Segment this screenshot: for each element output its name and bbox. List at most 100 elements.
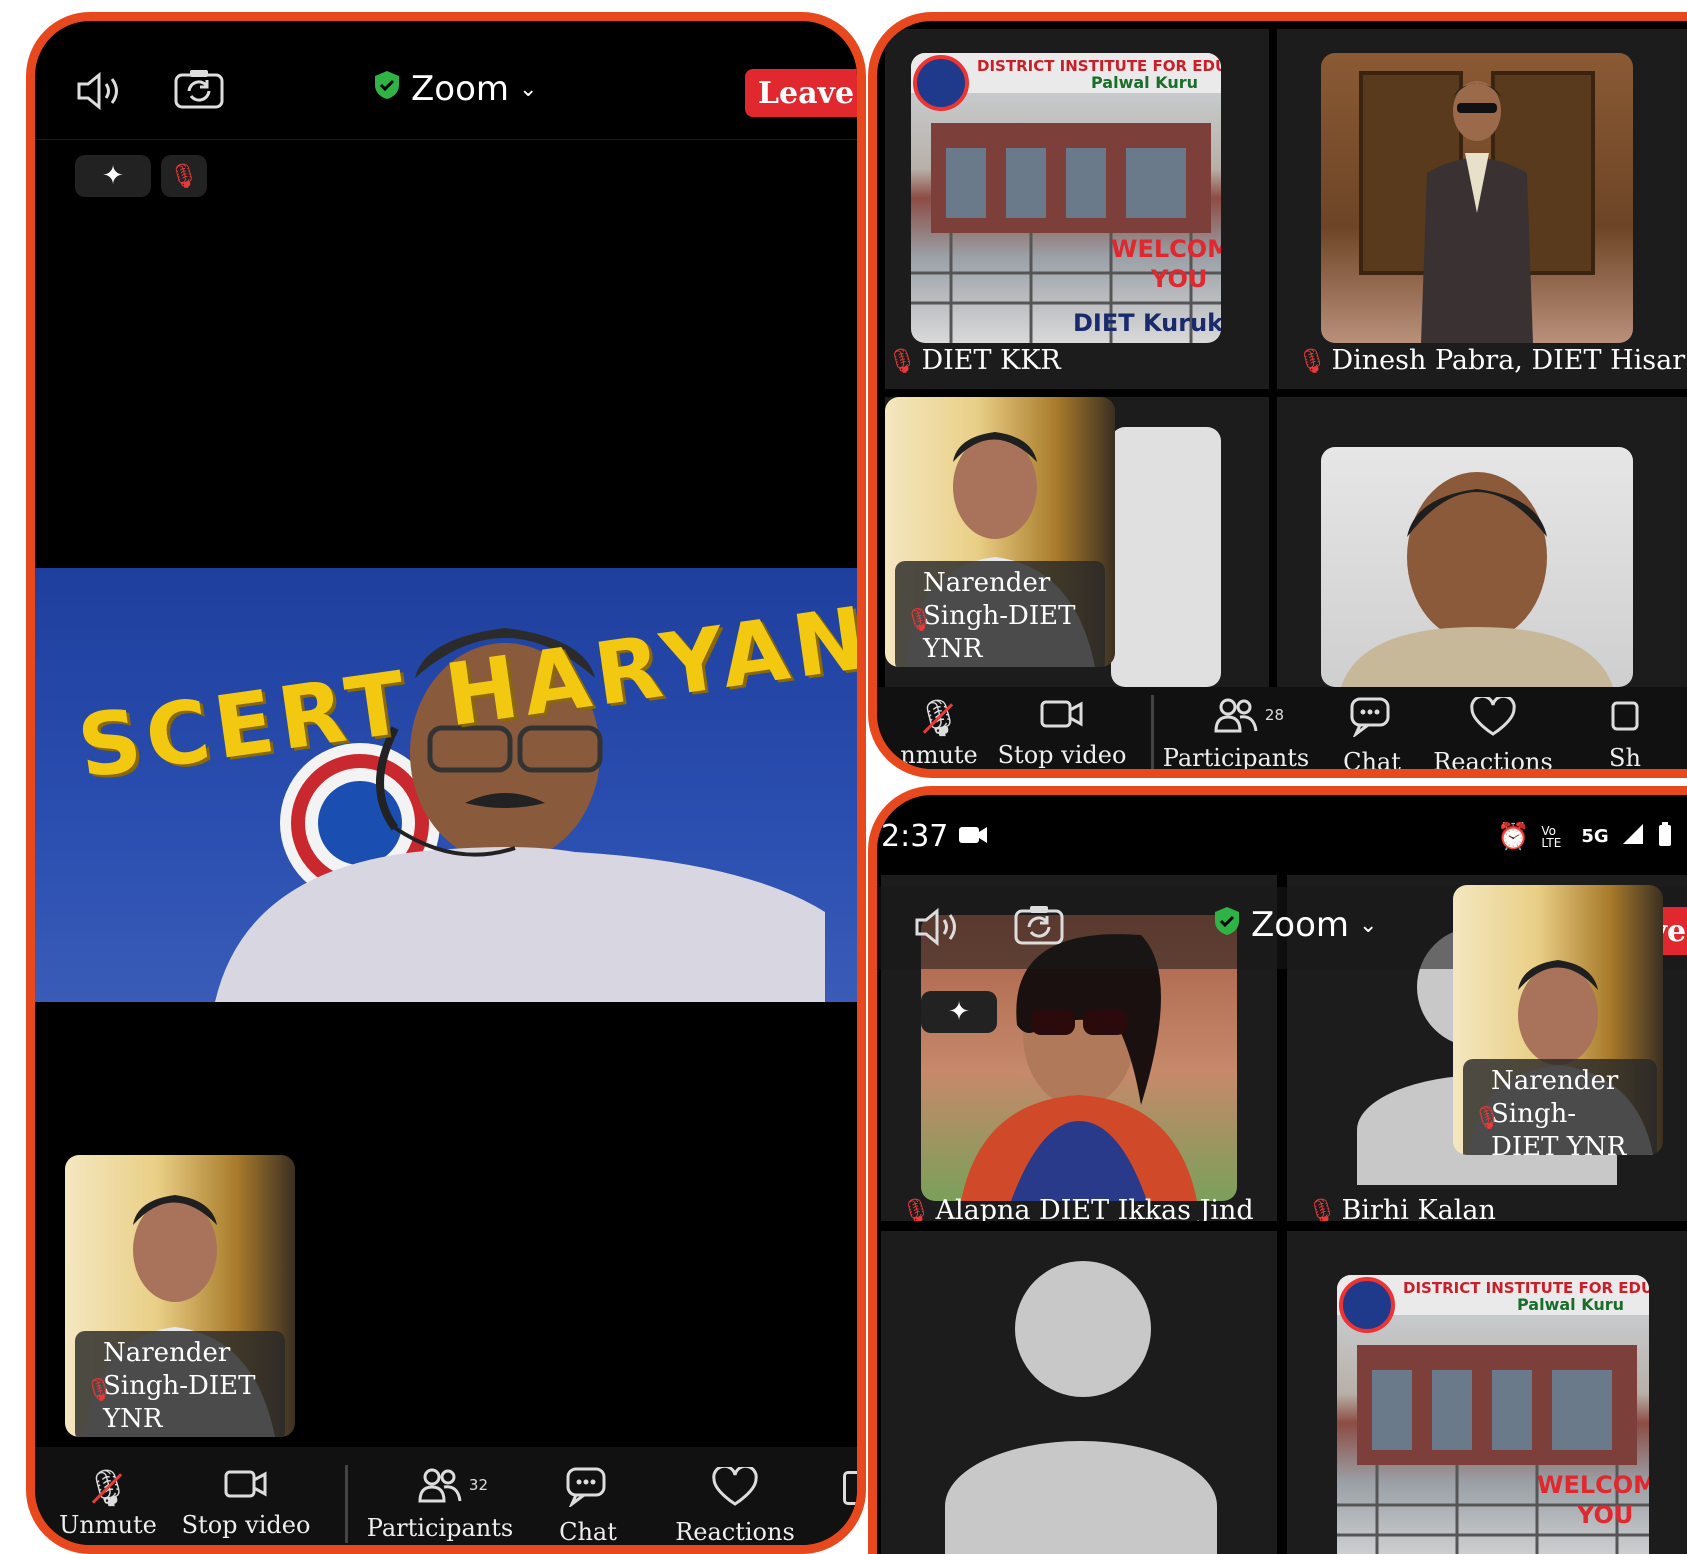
meeting-title[interactable]: Zoom ⌄ [1213,905,1377,945]
toolbar-separator [345,1465,348,1543]
share-icon[interactable] [843,1471,857,1505]
meeting-title[interactable]: Zoom ⌄ [373,69,537,109]
building-scene [911,53,1221,343]
chevron-down-icon: ⌄ [519,76,538,102]
meeting-toolbar: 🎙 nmute Stop video 28 Participants Chat … [877,687,1687,776]
participants-icon: 32 [418,1467,488,1514]
participant-name: 🎙 Birhi Kalan [1307,1195,1496,1221]
diet-sign: DIET Kuruk [1073,309,1221,337]
shield-check-icon [1213,905,1241,945]
reactions-button[interactable]: Reactions [1423,694,1563,776]
participants-icon: 28 [1214,697,1284,744]
chat-label: Chat [559,1518,617,1546]
chevron-down-icon: ⌄ [1359,912,1378,938]
chat-button[interactable]: Chat [543,1467,633,1546]
reactions-label: Reactions [1433,748,1553,776]
sparkle-icon: ✦ [948,997,970,1027]
participant-video: DISTRICT INSTITUTE FOR EDU Palwal Kuru W… [1337,1275,1649,1554]
mic-muted-icon: 🎙 [85,1467,131,1511]
mic-muted-icon: 🎙 [1297,346,1328,375]
participant-name: 🎙 Alapna DIET Ikkas Jind [901,1195,1254,1221]
participants-count: 28 [1264,706,1284,724]
right-bottom-phone-screen: 2:37 ⏰ Vo LTE 5G 🎙 Alapna DIET Ikkas Jin… [868,786,1687,1554]
stop-video-label: Stop video [997,741,1127,769]
participant-video-background [1111,427,1221,687]
self-view-name-box: 🎙 Narender Singh-DIET YNR [75,1331,285,1437]
heart-icon [1469,694,1517,748]
leave-button[interactable]: Leave [745,69,857,117]
participant-tile[interactable]: 🎙 Dinesh Pabra, DIET Hisar [1277,29,1687,389]
speaker-icon[interactable] [913,907,963,951]
seated-person-scene [1341,472,1613,687]
participant-name-label: Alapna DIET Ikkas Jind [935,1195,1254,1221]
chat-button[interactable]: Chat [1327,697,1417,769]
speaker-icon[interactable] [75,71,125,115]
signal-icon [1621,822,1645,851]
active-speaker-video[interactable]: SCERT HARYANA [35,568,857,1002]
status-bar-icons: ⏰ Vo LTE 5G [1497,821,1673,852]
participant-tile[interactable] [1277,397,1687,687]
unmute-label: Unmute [59,1511,157,1539]
reactions-button[interactable]: Reactions [665,1464,805,1546]
ai-companion-button[interactable]: ✦ [921,991,997,1033]
toolbar-separator [1151,695,1154,769]
screen-record-icon [958,819,988,854]
participant-tile[interactable]: 🎙 Narender Singh-DIET YNR [885,397,1269,687]
switch-camera-icon[interactable] [173,67,225,115]
standing-person-scene [1359,71,1595,343]
stop-video-label: Stop video [181,1511,311,1539]
switch-camera-icon[interactable] [1013,903,1065,951]
self-view-name-box: 🎙 Narender Singh-DIET YNR [895,561,1105,667]
self-view-name-box: 🎙 Narender Singh-DIET YNR [1463,1059,1657,1155]
alarm-icon: ⏰ [1497,821,1530,852]
unmute-button[interactable]: 🎙 nmute [889,697,989,769]
participant-name-label: Birhi Kalan [1341,1195,1496,1221]
welcome-text: WELCOM [1537,1471,1649,1499]
you-text: YOU [1577,1501,1634,1529]
meeting-title-label: Zoom [411,69,510,109]
video-camera-icon [1040,697,1084,741]
self-view-name: Narender Singh-DIET YNR [923,568,1076,664]
meeting-title-label: Zoom [1251,905,1350,945]
participant-tile[interactable] [881,1231,1277,1554]
participant-name-label: DIET KKR [921,345,1061,376]
participant-video [1321,53,1633,343]
heart-icon [711,1464,759,1518]
avatar-body [945,1441,1217,1554]
ai-companion-button[interactable]: ✦ [75,155,151,197]
share-button[interactable]: Sh [1595,697,1655,772]
you-text: YOU [1151,265,1208,293]
left-phone-screen: Zoom ⌄ Leave ✦ 🎙 SCERT HARYANA 🎙 Narende… [26,12,866,1554]
participant-tile[interactable]: DISTRICT INSTITUTE FOR EDU Palwal Kuru W… [885,29,1269,389]
mic-muted-icon: 🎙 [887,346,918,375]
divider [35,139,857,140]
participant-video: DISTRICT INSTITUTE FOR EDU Palwal Kuru W… [911,53,1221,343]
sparkle-icon: ✦ [102,161,124,191]
stop-video-button[interactable]: Stop video [997,697,1127,769]
status-bar-time: 2:37 [881,819,988,854]
share-label: Sh [1609,744,1641,772]
stop-video-button[interactable]: Stop video [181,1467,311,1539]
participants-button[interactable]: 32 Participants [365,1467,515,1542]
unmute-label: nmute [900,741,978,769]
battery-icon [1657,821,1673,852]
self-view-video[interactable]: 🎙 Narender Singh-DIET YNR [1453,885,1663,1155]
network-label: 5G [1581,826,1609,847]
status-time: 2:37 [881,819,949,854]
self-view-video[interactable]: 🎙 Narender Singh-DIET YNR [885,397,1115,667]
unmute-button[interactable]: 🎙 Unmute [53,1467,163,1539]
self-view-name: Narender Singh-DIET YNR [103,1338,256,1434]
self-view-video[interactable]: 🎙 Narender Singh-DIET YNR [65,1155,295,1437]
meeting-toolbar: 🎙 Unmute Stop video 32 Participants Chat… [35,1447,857,1546]
video-camera-icon [224,1467,268,1511]
participant-name: 🎙 Dinesh Pabra, DIET Hisar [1297,345,1685,376]
participants-button[interactable]: 28 Participants [1161,697,1311,772]
participants-count: 32 [468,1476,488,1494]
shield-check-icon [373,69,401,109]
mic-muted-icon: 🎙 [916,697,962,741]
mic-muted-icon: 🎙 [1473,1106,1501,1131]
participant-tile[interactable]: DISTRICT INSTITUTE FOR EDU Palwal Kuru W… [1287,1231,1687,1554]
reactions-label: Reactions [675,1518,795,1546]
participants-label: Participants [1162,744,1310,772]
mic-muted-icon: 🎙 [1307,1196,1338,1222]
